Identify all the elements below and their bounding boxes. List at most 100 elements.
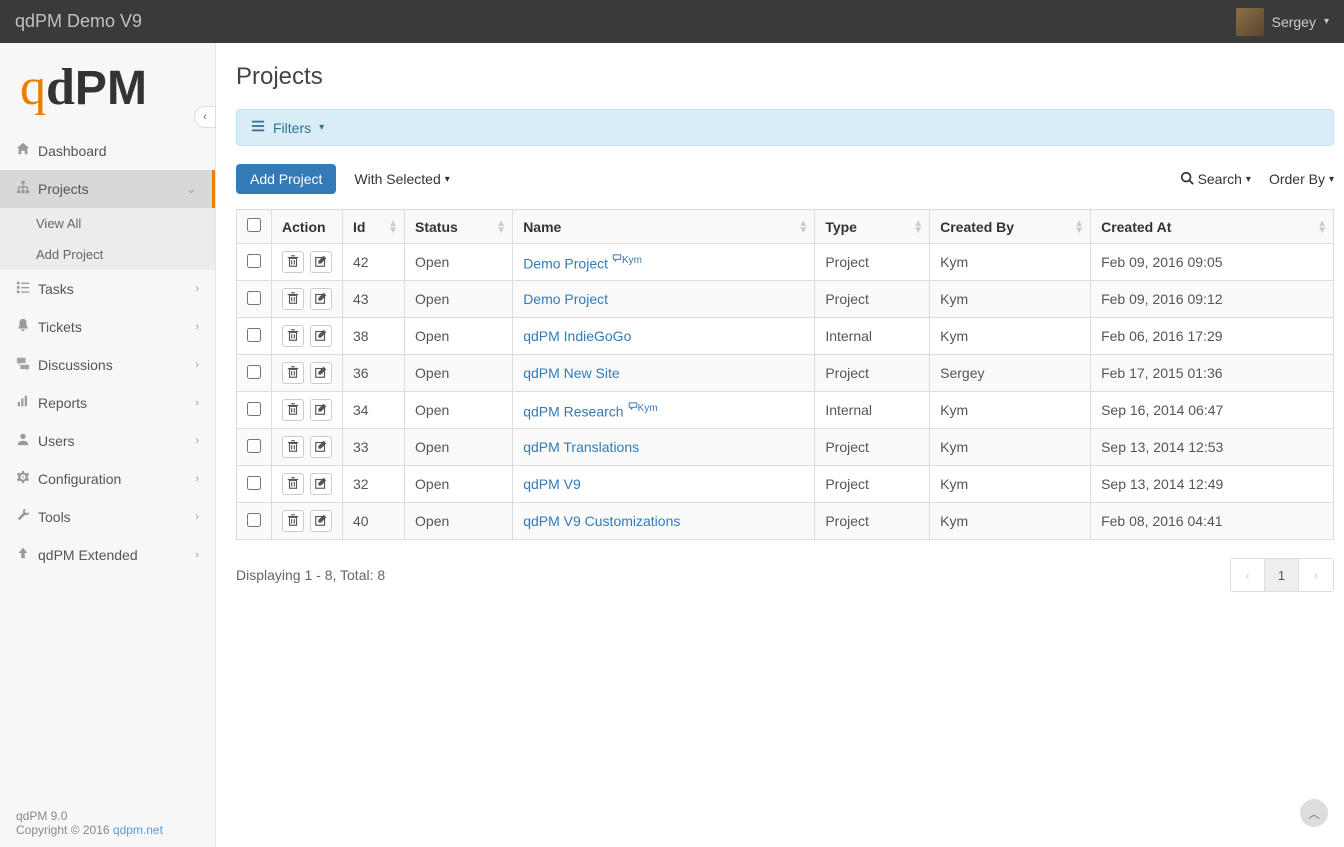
- header-checkbox-cell: [237, 210, 272, 244]
- cell-status: Open: [405, 392, 513, 429]
- sidebar-item-tickets[interactable]: Tickets›: [0, 308, 215, 346]
- header-created-at[interactable]: Created At▲▼: [1091, 210, 1334, 244]
- project-link[interactable]: qdPM V9 Customizations: [523, 513, 680, 529]
- sort-icon: ▲▼: [1074, 220, 1084, 234]
- cell-created-at: Sep 16, 2014 06:47: [1091, 392, 1334, 429]
- chevron-right-icon: ›: [195, 359, 199, 371]
- page-prev-button[interactable]: ‹: [1231, 559, 1265, 591]
- sidebar-item-label: Dashboard: [38, 143, 199, 159]
- scroll-top-button[interactable]: ︿: [1300, 799, 1328, 827]
- sidebar-item-discussions[interactable]: Discussions›: [0, 346, 215, 384]
- row-checkbox[interactable]: [247, 365, 261, 379]
- table-row: 40OpenqdPM V9 CustomizationsProjectKymFe…: [237, 503, 1334, 540]
- cell-created-by: Kym: [930, 281, 1091, 318]
- cell-created-by: Kym: [930, 244, 1091, 281]
- trash-icon: [286, 402, 300, 419]
- footer-link[interactable]: qdpm.net: [113, 823, 163, 837]
- delete-button[interactable]: [282, 325, 304, 347]
- delete-button[interactable]: [282, 436, 304, 458]
- sort-icon: ▲▼: [388, 220, 398, 234]
- cell-name: qdPM V9: [513, 466, 815, 503]
- order-by-dropdown[interactable]: Order By ▾: [1269, 171, 1334, 187]
- header-status[interactable]: Status▲▼: [405, 210, 513, 244]
- sidebar-subitem-view-all[interactable]: View All: [0, 208, 215, 239]
- edit-button[interactable]: [310, 436, 332, 458]
- search-dropdown[interactable]: Search ▾: [1180, 171, 1251, 188]
- edit-button[interactable]: [310, 473, 332, 495]
- edit-button[interactable]: [310, 362, 332, 384]
- user-menu[interactable]: Sergey ▾: [1236, 8, 1329, 36]
- project-link[interactable]: Demo Project: [523, 291, 608, 307]
- row-checkbox[interactable]: [247, 291, 261, 305]
- sidebar-item-dashboard[interactable]: Dashboard: [0, 132, 215, 170]
- edit-icon: [314, 254, 328, 271]
- edit-button[interactable]: [310, 251, 332, 273]
- project-link[interactable]: qdPM IndieGoGo: [523, 328, 631, 344]
- delete-button[interactable]: [282, 510, 304, 532]
- sidebar-item-reports[interactable]: Reports›: [0, 384, 215, 422]
- cell-created-at: Feb 08, 2016 04:41: [1091, 503, 1334, 540]
- pagination: ‹ 1 ›: [1230, 558, 1334, 592]
- delete-button[interactable]: [282, 362, 304, 384]
- page-title: Projects: [236, 63, 1334, 91]
- sidebar-item-tools[interactable]: Tools›: [0, 498, 215, 536]
- header-created-by[interactable]: Created By▲▼: [930, 210, 1091, 244]
- caret-down-icon: ▾: [1329, 174, 1334, 185]
- trash-icon: [286, 513, 300, 530]
- trash-icon: [286, 439, 300, 456]
- chevron-right-icon: ›: [195, 473, 199, 485]
- page-number-button[interactable]: 1: [1265, 559, 1299, 591]
- edit-button[interactable]: [310, 288, 332, 310]
- comment-badge[interactable]: Kym: [628, 403, 658, 414]
- delete-button[interactable]: [282, 251, 304, 273]
- delete-button[interactable]: [282, 288, 304, 310]
- project-link[interactable]: qdPM V9: [523, 476, 581, 492]
- header-type[interactable]: Type▲▼: [815, 210, 930, 244]
- row-checkbox[interactable]: [247, 328, 261, 342]
- gear-icon: [16, 470, 38, 488]
- trash-icon: [286, 365, 300, 382]
- sidebar-item-configuration[interactable]: Configuration›: [0, 460, 215, 498]
- sidebar-item-tasks[interactable]: Tasks›: [0, 270, 215, 308]
- cell-status: Open: [405, 281, 513, 318]
- cell-name: qdPM V9 Customizations: [513, 503, 815, 540]
- header-name[interactable]: Name▲▼: [513, 210, 815, 244]
- logo[interactable]: qdPM: [0, 43, 215, 127]
- sidebar-item-label: Tickets: [38, 319, 195, 335]
- delete-button[interactable]: [282, 399, 304, 421]
- delete-button[interactable]: [282, 473, 304, 495]
- sort-icon: ▲▼: [1317, 220, 1327, 234]
- cell-created-at: Feb 09, 2016 09:05: [1091, 244, 1334, 281]
- edit-button[interactable]: [310, 399, 332, 421]
- filters-icon: [251, 119, 265, 136]
- with-selected-dropdown[interactable]: With Selected ▾: [354, 171, 449, 187]
- row-checkbox[interactable]: [247, 439, 261, 453]
- project-link[interactable]: qdPM Research: [523, 403, 623, 419]
- cell-created-by: Kym: [930, 318, 1091, 355]
- select-all-checkbox[interactable]: [247, 218, 261, 232]
- page-next-button[interactable]: ›: [1299, 559, 1333, 591]
- row-checkbox[interactable]: [247, 254, 261, 268]
- edit-button[interactable]: [310, 510, 332, 532]
- add-project-button[interactable]: Add Project: [236, 164, 336, 194]
- sidebar-item-projects[interactable]: Projects⌄: [0, 170, 215, 208]
- row-checkbox[interactable]: [247, 476, 261, 490]
- header-id[interactable]: Id▲▼: [343, 210, 405, 244]
- project-link[interactable]: qdPM New Site: [523, 365, 619, 381]
- sidebar-item-users[interactable]: Users›: [0, 422, 215, 460]
- row-checkbox[interactable]: [247, 402, 261, 416]
- filters-toggle[interactable]: Filters ▾: [236, 109, 1334, 146]
- table-row: 33OpenqdPM TranslationsProjectKymSep 13,…: [237, 429, 1334, 466]
- edit-icon: [314, 513, 328, 530]
- comment-badge[interactable]: Kym: [612, 255, 642, 266]
- project-link[interactable]: qdPM Translations: [523, 439, 639, 455]
- sidebar-item-label: Configuration: [38, 471, 195, 487]
- sidebar-toggle[interactable]: ‹: [194, 106, 216, 128]
- cell-status: Open: [405, 318, 513, 355]
- row-checkbox[interactable]: [247, 513, 261, 527]
- sidebar-item-qdpm-extended[interactable]: qdPM Extended›: [0, 536, 215, 574]
- cell-type: Project: [815, 281, 930, 318]
- edit-button[interactable]: [310, 325, 332, 347]
- sidebar-subitem-add-project[interactable]: Add Project: [0, 239, 215, 270]
- project-link[interactable]: Demo Project: [523, 255, 608, 271]
